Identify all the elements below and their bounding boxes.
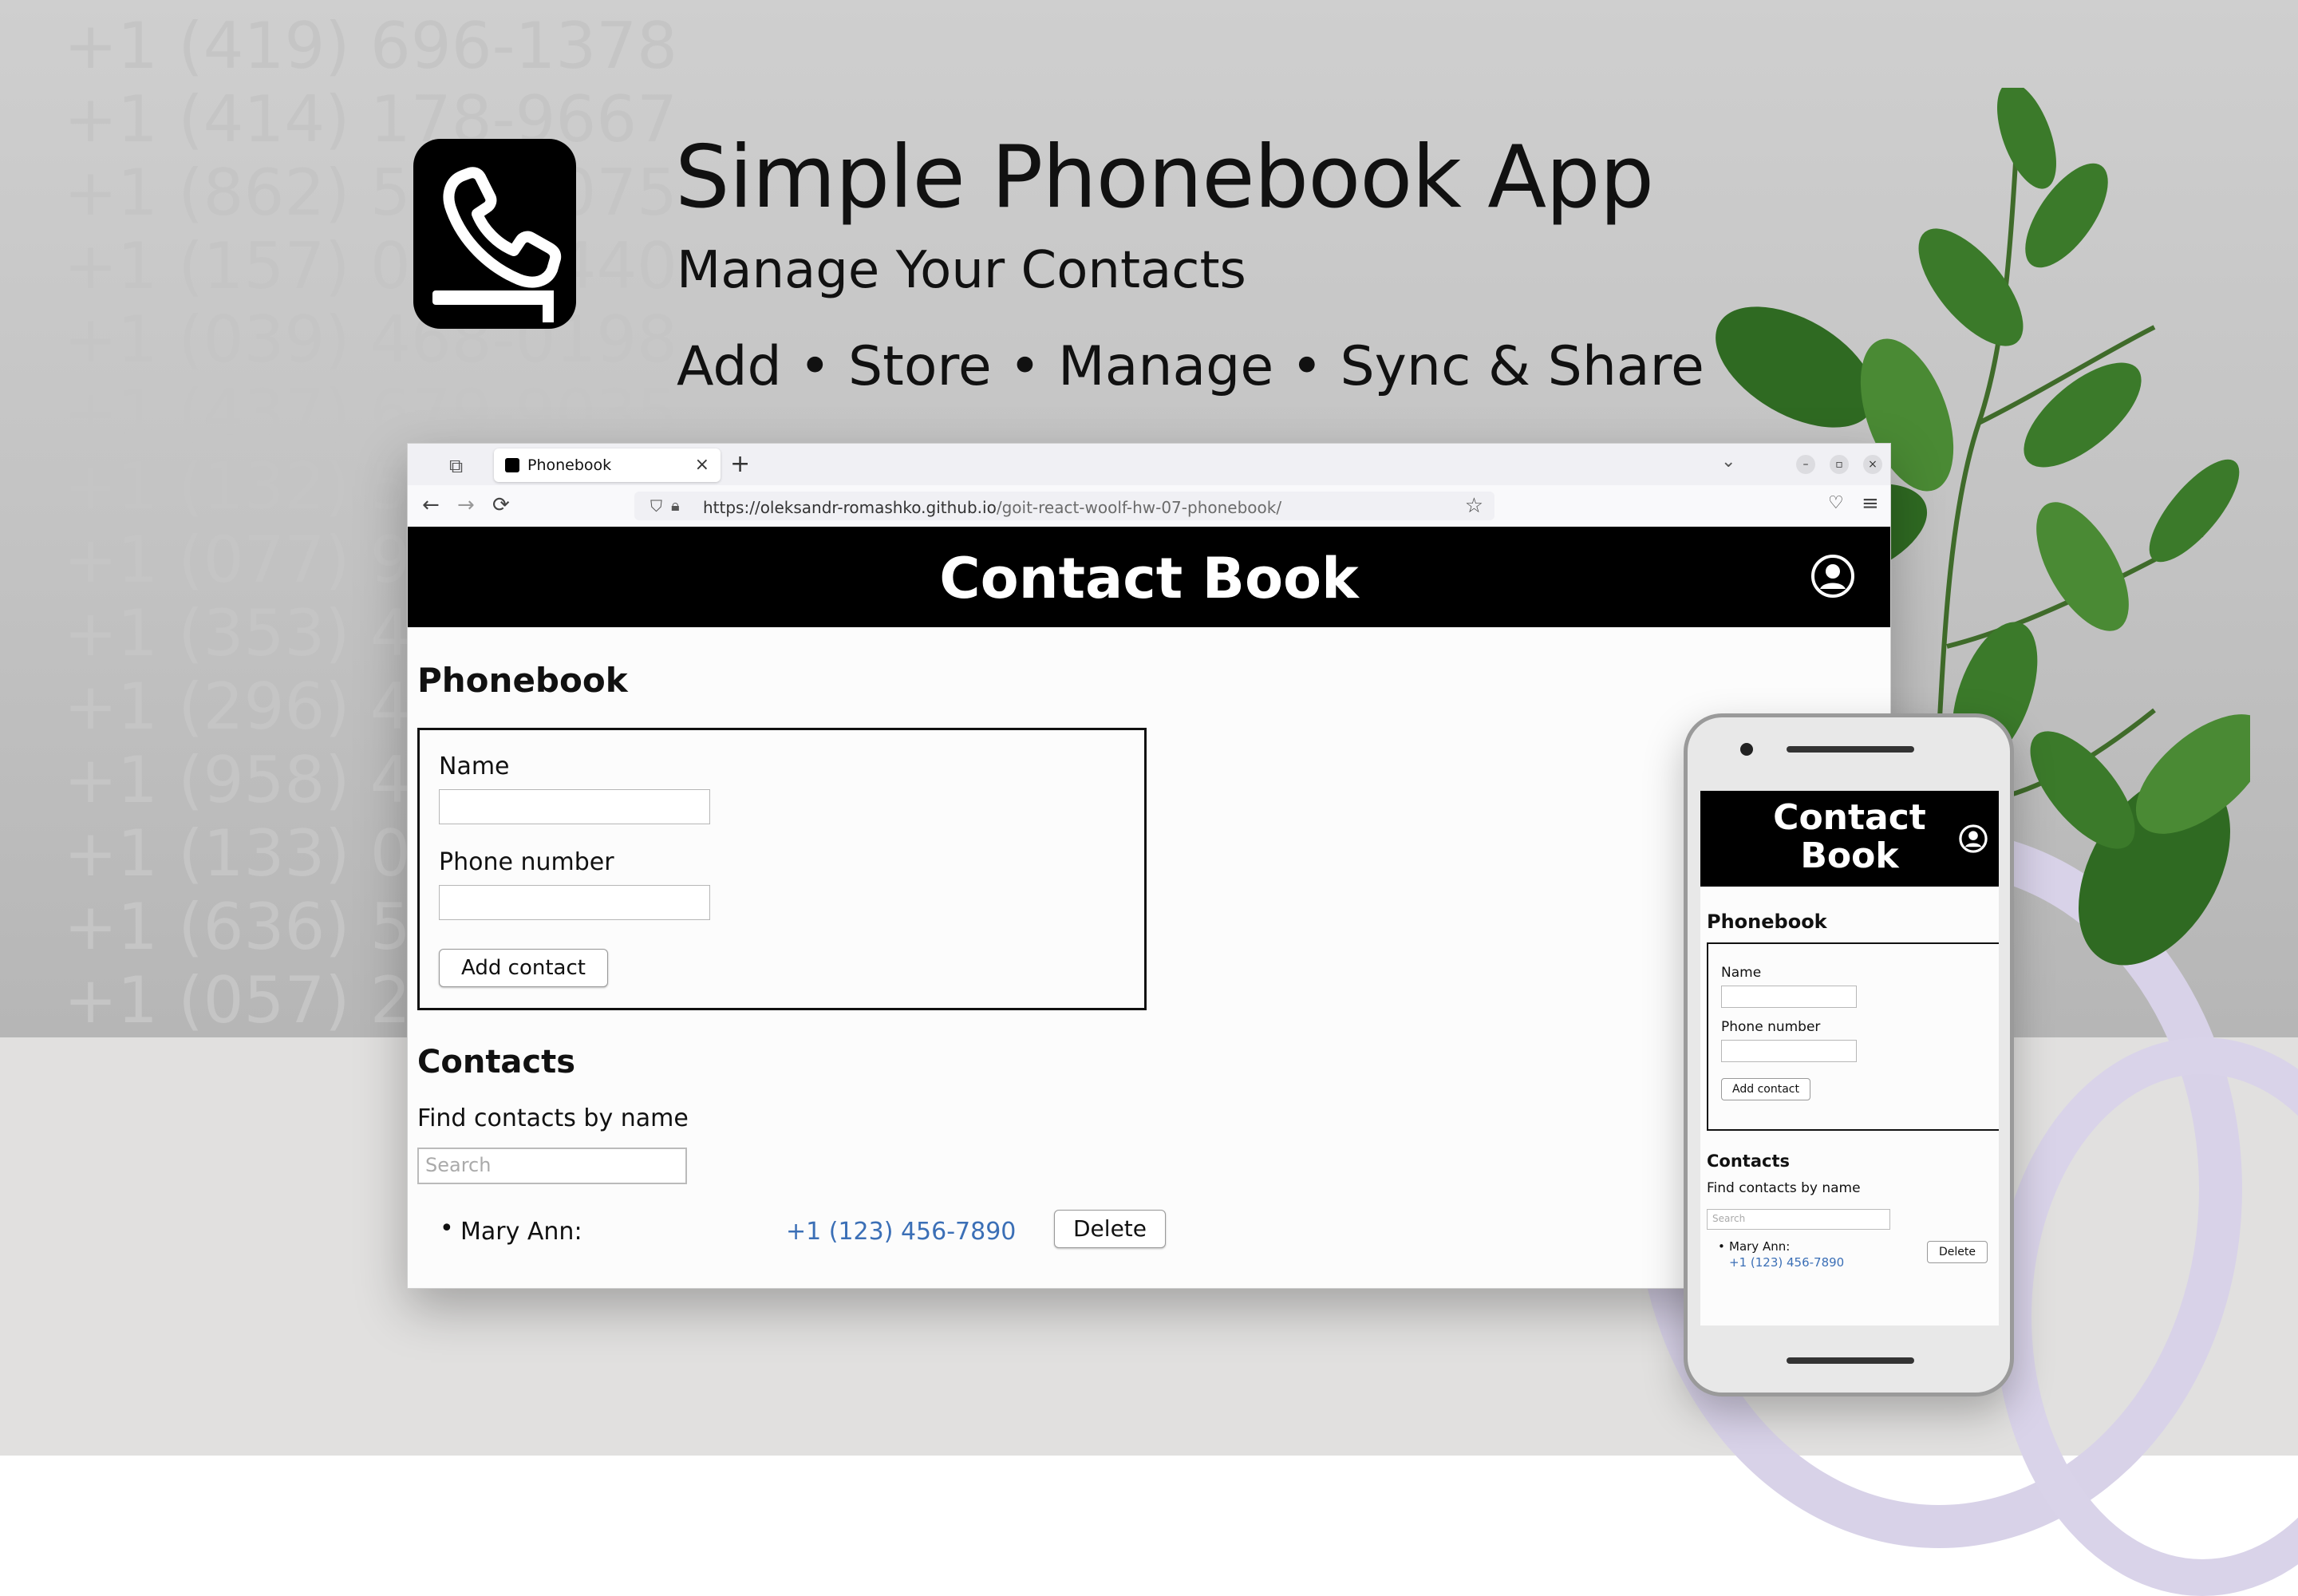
- favicon-icon: [505, 458, 519, 472]
- hero-features: Add • Store • Manage • Sync & Share: [677, 335, 1704, 398]
- app-header: Contact Book: [408, 527, 1890, 627]
- mobile-phone-input[interactable]: [1721, 1040, 1857, 1062]
- mobile-page-title: Phonebook: [1707, 911, 1827, 933]
- bg-number: +1 (437) 679-9035: [64, 376, 678, 450]
- mobile-name-label: Name: [1721, 965, 1762, 981]
- hero-title: Simple Phonebook App: [675, 128, 1654, 227]
- mobile-contact-form: Name Phone number Add contact: [1707, 942, 1999, 1131]
- user-avatar-icon[interactable]: [1810, 554, 1855, 598]
- phone-home-bar: [1787, 1357, 1914, 1364]
- pocket-icon[interactable]: ♡: [1828, 493, 1844, 513]
- mobile-screen: Contact Book Phonebook Name Phone number …: [1700, 791, 1999, 1325]
- window-minimize-icon[interactable]: –: [1796, 455, 1815, 474]
- mobile-add-contact-button[interactable]: Add contact: [1721, 1078, 1810, 1100]
- mobile-user-avatar-icon[interactable]: [1959, 824, 1988, 853]
- contact-phone-link[interactable]: +1 (123) 456-7890: [786, 1218, 1016, 1246]
- phone-input[interactable]: [439, 885, 710, 920]
- mobile-phone-label: Phone number: [1721, 1019, 1821, 1035]
- reload-icon[interactable]: ⟳: [492, 493, 510, 517]
- mobile-delete-contact-button[interactable]: Delete: [1927, 1241, 1988, 1263]
- name-input[interactable]: [439, 789, 710, 824]
- back-arrow-icon[interactable]: ←: [422, 493, 440, 517]
- mobile-phone-mockup: Contact Book Phonebook Name Phone number …: [1684, 713, 2014, 1396]
- menu-icon[interactable]: ≡: [1862, 492, 1879, 516]
- url-text[interactable]: https://oleksandr-romashko.github.io/goi…: [703, 498, 1281, 517]
- mobile-search-input[interactable]: Search: [1707, 1209, 1890, 1230]
- browser-toolbar: ← → ⟳ ⛉ 🔒︎ https://oleksandr-romashko.gi…: [408, 485, 1890, 527]
- bg-number: +1 (419) 696-1378: [64, 9, 678, 83]
- mobile-title-line2: Book: [1800, 836, 1899, 876]
- mobile-title-line1: Contact: [1773, 797, 1926, 838]
- lock-icon[interactable]: 🔒︎: [671, 496, 680, 515]
- mobile-contact-list-item: • Mary Ann: +1 (123) 456-7890 Delete: [1718, 1239, 1999, 1279]
- header-title: Contact Book: [939, 546, 1359, 611]
- phonebook-app-icon: [413, 139, 576, 329]
- tab-overview-icon[interactable]: ⧉: [449, 455, 463, 477]
- tab-title: Phonebook: [527, 456, 612, 474]
- hero-subtitle: Manage Your Contacts: [677, 241, 1246, 300]
- tracking-shield-icon[interactable]: ⛉: [650, 496, 662, 516]
- list-bullet: •: [1718, 1239, 1725, 1254]
- list-bullet: •: [440, 1215, 454, 1242]
- address-bar[interactable]: ⛉ 🔒︎ https://oleksandr-romashko.github.i…: [634, 492, 1494, 520]
- contact-name: Mary Ann:: [460, 1218, 582, 1246]
- mobile-contact-phone-link[interactable]: +1 (123) 456-7890: [1729, 1255, 1844, 1270]
- contacts-title: Contacts: [417, 1044, 576, 1080]
- tab-close-icon[interactable]: ×: [695, 455, 709, 475]
- phone-label: Phone number: [439, 848, 614, 876]
- phone-camera: [1740, 743, 1753, 756]
- mobile-contacts-title: Contacts: [1707, 1152, 1790, 1171]
- browser-window: ⧉ Phonebook × + ⌄ – ▫ × ← → ⟳ ⛉ 🔒︎ https…: [407, 443, 1891, 1289]
- phone-handset-icon: [443, 167, 562, 288]
- url-path: /goit-react-woolf-hw-07-phonebook/: [996, 498, 1282, 517]
- tab-list-chevron-icon[interactable]: ⌄: [1721, 452, 1735, 472]
- filter-label: Find contacts by name: [417, 1104, 689, 1132]
- tab-phonebook[interactable]: Phonebook ×: [494, 448, 721, 482]
- mobile-filter-label: Find contacts by name: [1707, 1180, 1861, 1196]
- mobile-app-header: Contact Book: [1700, 791, 1999, 887]
- browser-tabbar: ⧉ Phonebook × + ⌄ – ▫ ×: [408, 444, 1890, 485]
- window-maximize-icon[interactable]: ▫: [1830, 455, 1849, 474]
- page-title: Phonebook: [417, 661, 628, 700]
- contact-form: Name Phone number Add contact: [417, 728, 1147, 1010]
- new-tab-icon[interactable]: +: [730, 450, 750, 478]
- contact-list-item: • Mary Ann: +1 (123) 456-7890 Delete: [440, 1210, 1166, 1258]
- forward-arrow-icon[interactable]: →: [457, 493, 475, 517]
- mobile-name-input[interactable]: [1721, 986, 1857, 1008]
- search-input[interactable]: Search: [417, 1148, 687, 1184]
- delete-contact-button[interactable]: Delete: [1054, 1210, 1166, 1248]
- add-contact-button[interactable]: Add contact: [439, 949, 608, 987]
- phone-speaker: [1787, 746, 1914, 753]
- url-host: https://oleksandr-romashko.github.io: [703, 498, 997, 517]
- window-close-icon[interactable]: ×: [1863, 455, 1882, 474]
- mobile-contact-name: Mary Ann:: [1729, 1239, 1791, 1254]
- bookmark-star-icon[interactable]: ☆: [1465, 494, 1483, 518]
- mobile-header-title: Contact Book: [1700, 799, 1999, 875]
- name-label: Name: [439, 753, 510, 780]
